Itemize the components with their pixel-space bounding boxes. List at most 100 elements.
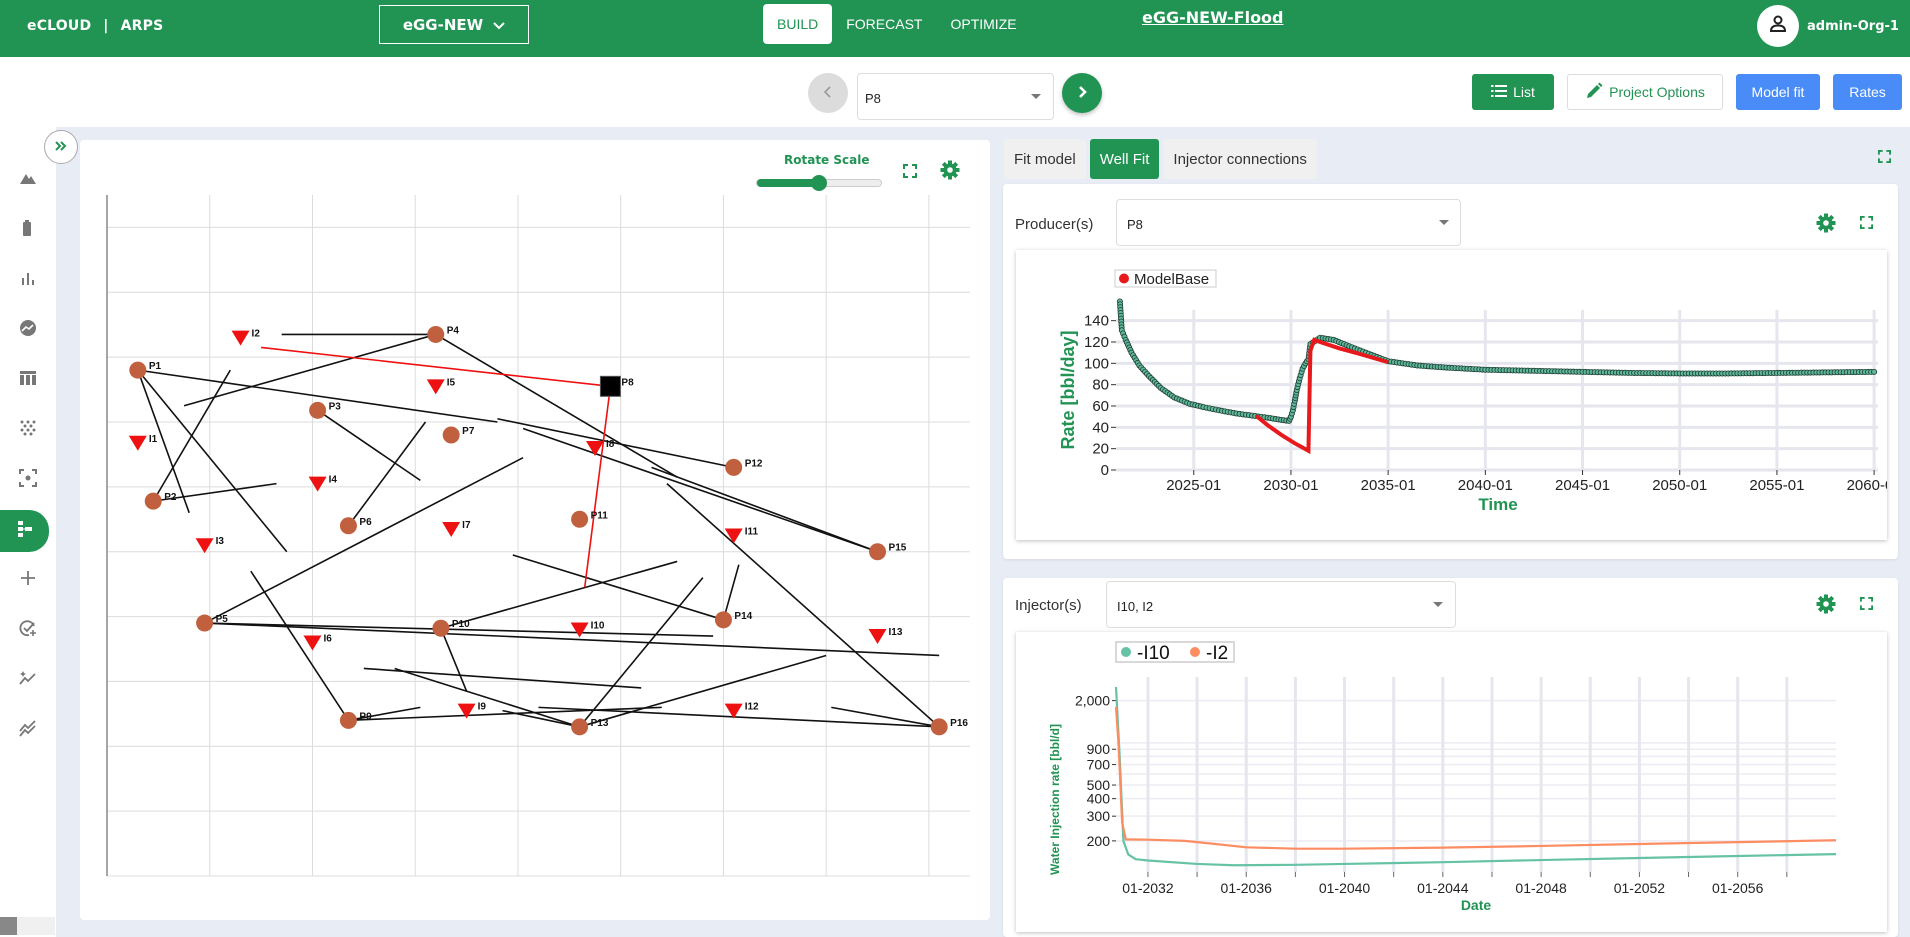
producer-circle-icon[interactable] bbox=[339, 517, 357, 535]
connection-line[interactable] bbox=[512, 554, 724, 621]
connection-line[interactable] bbox=[348, 706, 662, 722]
producer-circle-icon[interactable] bbox=[144, 492, 162, 510]
connection-line[interactable] bbox=[435, 333, 678, 478]
project-options-button[interactable]: Project Options bbox=[1567, 74, 1723, 110]
producer-well[interactable]: P4 bbox=[427, 325, 459, 343]
injector-triangle-icon[interactable] bbox=[128, 435, 147, 451]
sidebar-scrollbar[interactable] bbox=[0, 917, 55, 935]
connection-line[interactable] bbox=[578, 577, 704, 728]
connection-line[interactable] bbox=[347, 421, 427, 527]
injector-triangle-icon[interactable] bbox=[426, 379, 445, 395]
producer-circle-icon[interactable] bbox=[432, 619, 450, 637]
sidebar-item-trend-circle[interactable] bbox=[0, 312, 56, 348]
tab-fit-model[interactable]: Fit model bbox=[1004, 139, 1086, 179]
project-title[interactable]: eGG-NEW-Flood bbox=[1142, 8, 1284, 27]
injector-triangle-icon[interactable] bbox=[308, 476, 327, 492]
producer-circle-icon[interactable] bbox=[725, 458, 743, 476]
injector-well[interactable]: I1 bbox=[128, 434, 158, 451]
injector-triangle-icon[interactable] bbox=[303, 635, 322, 651]
injector-triangle-icon[interactable] bbox=[868, 629, 887, 645]
sidebar-item-plus[interactable] bbox=[0, 562, 56, 598]
producer-well[interactable]: P11 bbox=[571, 510, 608, 528]
producer-well[interactable]: P7 bbox=[442, 426, 475, 444]
rotate-scale-slider[interactable] bbox=[756, 175, 882, 191]
producer-circle-icon[interactable] bbox=[571, 510, 589, 528]
sidebar-item-focus[interactable] bbox=[0, 462, 56, 498]
nav-build[interactable]: BUILD bbox=[763, 4, 833, 44]
producer-rate-chart[interactable]: 0 20 40 60 80 100 120 140 2025-01 2030-01 2035-01 2… bbox=[1016, 250, 1902, 540]
brand[interactable]: eCLOUD | ARPS bbox=[27, 18, 163, 34]
next-well-button[interactable] bbox=[1062, 73, 1102, 113]
tab-injector-connections[interactable]: Injector connections bbox=[1163, 139, 1317, 179]
producer-circle-icon[interactable] bbox=[339, 711, 357, 729]
list-button[interactable]: List bbox=[1472, 74, 1554, 110]
well-select[interactable]: P8 bbox=[857, 73, 1054, 120]
injector-well[interactable]: I5 bbox=[426, 377, 456, 395]
producer-circle-icon[interactable] bbox=[309, 401, 327, 419]
producer-circle-icon[interactable] bbox=[930, 718, 948, 736]
connection-line[interactable] bbox=[317, 409, 421, 482]
map-settings-button[interactable] bbox=[939, 160, 961, 183]
project-dropdown[interactable]: eGG-NEW bbox=[379, 5, 529, 44]
producer-well[interactable]: P1 bbox=[129, 361, 161, 379]
producer-circle-icon[interactable] bbox=[442, 426, 460, 444]
producer-chart-fullscreen-button[interactable] bbox=[1857, 216, 1875, 234]
model-fit-button[interactable]: Model fit bbox=[1736, 74, 1820, 110]
producer-well[interactable]: P9 bbox=[339, 711, 372, 729]
connection-line[interactable] bbox=[250, 570, 350, 721]
injector-well[interactable]: I7 bbox=[442, 520, 471, 538]
producer-well[interactable]: P16 bbox=[930, 718, 969, 736]
injector-triangle-icon[interactable] bbox=[231, 330, 250, 346]
injector-triangle-icon[interactable] bbox=[724, 528, 743, 544]
connection-line[interactable] bbox=[152, 369, 231, 502]
sidebar-item-check-plus[interactable] bbox=[0, 612, 56, 648]
producer-well[interactable]: P12 bbox=[725, 458, 763, 476]
nav-forecast[interactable]: FORECAST bbox=[832, 4, 936, 44]
avatar[interactable] bbox=[1757, 5, 1799, 47]
injector-well[interactable]: I13 bbox=[868, 627, 903, 645]
scrollbar-thumb[interactable] bbox=[0, 917, 17, 935]
producer-circle-icon[interactable] bbox=[196, 614, 214, 632]
injector-well[interactable]: I11 bbox=[724, 527, 759, 544]
connection-line[interactable] bbox=[204, 456, 524, 624]
map-fullscreen-button[interactable] bbox=[900, 163, 920, 183]
injector-well[interactable]: I2 bbox=[231, 329, 261, 346]
producer-circle-icon[interactable] bbox=[129, 361, 147, 379]
injector-well[interactable]: I10 bbox=[570, 621, 605, 638]
well-map[interactable]: I1 I2 I3 I4 I5 I6 I7 I8 I9 I10 I11 I12 I13 P1 P2 P3 P4 P5… bbox=[80, 140, 990, 920]
injector-triangle-icon[interactable] bbox=[195, 538, 214, 554]
sidebar-item-battery[interactable] bbox=[0, 212, 56, 248]
sidebar-item-scatter-dots[interactable] bbox=[0, 412, 56, 448]
sidebar-item-sparkle-trend[interactable] bbox=[0, 662, 56, 698]
tab-well-fit[interactable]: Well Fit bbox=[1089, 139, 1160, 179]
previous-well-button[interactable] bbox=[808, 73, 848, 113]
injector-well[interactable]: I6 bbox=[303, 634, 332, 651]
sidebar-item-bar-chart[interactable] bbox=[0, 262, 56, 298]
connection-line[interactable] bbox=[522, 427, 878, 553]
nav-optimize[interactable]: OPTIMIZE bbox=[936, 4, 1030, 44]
injector-select[interactable]: I10, I2 bbox=[1106, 581, 1456, 628]
producer-circle-icon[interactable] bbox=[427, 325, 445, 343]
producer-circle-icon[interactable] bbox=[869, 543, 887, 561]
injector-chart-settings-button[interactable] bbox=[1815, 594, 1837, 617]
injector-triangle-icon[interactable] bbox=[442, 522, 461, 538]
sidebar-item-network-tree[interactable] bbox=[0, 510, 49, 552]
producer-well[interactable]: P2 bbox=[144, 492, 177, 510]
injector-well[interactable]: I8 bbox=[586, 439, 615, 456]
selected-producer-well[interactable]: P8 bbox=[599, 375, 634, 397]
sidebar-item-double-trend[interactable] bbox=[0, 712, 56, 748]
panel-fullscreen-button[interactable] bbox=[1876, 150, 1892, 167]
producer-well[interactable]: P15 bbox=[869, 543, 907, 561]
producer-well[interactable]: P14 bbox=[714, 611, 753, 629]
injector-chart-fullscreen-button[interactable] bbox=[1857, 597, 1875, 615]
sidebar-item-mountain[interactable] bbox=[0, 162, 56, 198]
producer-chart-settings-button[interactable] bbox=[1815, 213, 1837, 236]
producer-circle-icon[interactable] bbox=[571, 718, 589, 736]
producer-well[interactable]: P13 bbox=[571, 718, 609, 736]
injector-triangle-icon[interactable] bbox=[570, 622, 589, 638]
connection-line[interactable] bbox=[651, 466, 878, 553]
connection-line[interactable] bbox=[363, 667, 642, 689]
rates-button[interactable]: Rates bbox=[1833, 74, 1902, 110]
producer-circle-icon[interactable] bbox=[714, 611, 732, 629]
injector-rate-chart[interactable]: 2003004005007009002,00001-2032 01-2036 01-… bbox=[1016, 632, 1887, 932]
